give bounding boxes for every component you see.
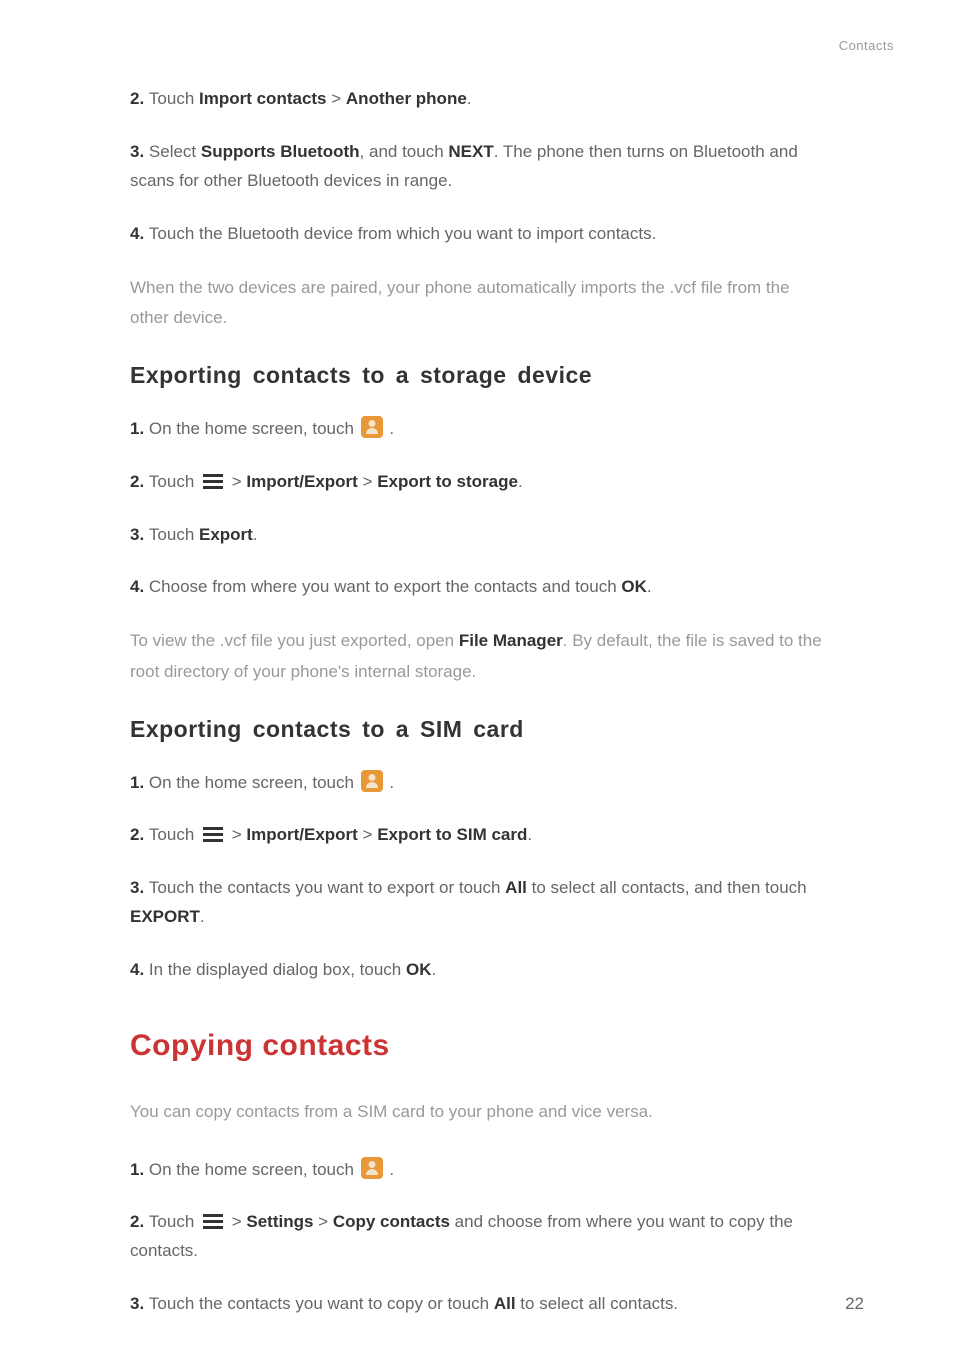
bold-text: File Manager <box>459 631 563 650</box>
bold-text: Export to SIM card <box>377 825 527 844</box>
section3-steps: 1. On the home screen, touch . 2. Touch >… <box>130 1156 824 1320</box>
step-item: 4. Touch the Bluetooth device from which… <box>130 220 824 249</box>
step-item: 3. Touch Export. <box>130 521 824 550</box>
step-item: 3. Touch the contacts you want to copy o… <box>130 1290 824 1319</box>
step-item: 2. Touch Import contacts > Another phone… <box>130 85 824 114</box>
step-item: 2. Touch > Import/Export > Export to SIM… <box>130 821 824 850</box>
section3-intro: You can copy contacts from a SIM card to… <box>130 1097 824 1128</box>
heading-export-storage: Exporting contacts to a storage device <box>130 362 824 389</box>
step-item: 1. On the home screen, touch . <box>130 769 824 798</box>
step-item: 2. Touch > Settings > Copy contacts and … <box>130 1208 824 1266</box>
step-item: 4. In the displayed dialog box, touch OK… <box>130 956 824 985</box>
contacts-icon <box>361 770 383 792</box>
bold-text: NEXT <box>448 142 493 161</box>
step-item: 1. On the home screen, touch . <box>130 415 824 444</box>
header-section-label: Contacts <box>839 38 894 53</box>
contacts-icon <box>361 416 383 438</box>
bold-text: All <box>494 1294 516 1313</box>
step-number: 3. <box>130 1294 149 1313</box>
step-number: 2. <box>130 825 149 844</box>
menu-icon <box>203 474 223 489</box>
bold-text: Import contacts <box>199 89 327 108</box>
step-number: 4. <box>130 960 149 979</box>
bold-text: Export to storage <box>377 472 518 491</box>
page-content: 2. Touch Import contacts > Another phone… <box>0 30 954 1319</box>
step-number: 4. <box>130 224 149 243</box>
section2-steps: 1. On the home screen, touch . 2. Touch >… <box>130 769 824 985</box>
intro-steps-block: 2. Touch Import contacts > Another phone… <box>130 85 824 249</box>
bold-text: All <box>505 878 527 897</box>
bold-text: Import/Export <box>246 472 357 491</box>
bold-text: Export <box>199 525 253 544</box>
bold-text: OK <box>621 577 647 596</box>
step-item: 2. Touch > Import/Export > Export to sto… <box>130 468 824 497</box>
step-number: 1. <box>130 773 149 792</box>
bold-text: Settings <box>246 1212 313 1231</box>
menu-icon <box>203 827 223 842</box>
bold-text: Supports Bluetooth <box>201 142 360 161</box>
section1-steps: 1. On the home screen, touch . 2. Touch >… <box>130 415 824 603</box>
heading-export-sim: Exporting contacts to a SIM card <box>130 716 824 743</box>
heading-copying-contacts: Copying contacts <box>130 1029 824 1063</box>
contacts-icon <box>361 1157 383 1179</box>
step-number: 1. <box>130 419 149 438</box>
step-number: 4. <box>130 577 149 596</box>
step-number: 3. <box>130 142 149 161</box>
step-number: 2. <box>130 1212 149 1231</box>
step-number: 3. <box>130 878 149 897</box>
step-number: 2. <box>130 89 149 108</box>
step-item: 3. Select Supports Bluetooth, and touch … <box>130 138 824 196</box>
bold-text: Another phone <box>346 89 467 108</box>
intro-paragraph: When the two devices are paired, your ph… <box>130 273 824 334</box>
menu-icon <box>203 1214 223 1229</box>
bold-text: EXPORT <box>130 907 200 926</box>
page-number: 22 <box>845 1294 864 1314</box>
step-item: 3. Touch the contacts you want to export… <box>130 874 824 932</box>
bold-text: OK <box>406 960 432 979</box>
step-item: 1. On the home screen, touch . <box>130 1156 824 1185</box>
bold-text: Copy contacts <box>333 1212 450 1231</box>
step-number: 3. <box>130 525 149 544</box>
step-item: 4. Choose from where you want to export … <box>130 573 824 602</box>
bold-text: Import/Export <box>246 825 357 844</box>
section1-paragraph: To view the .vcf file you just exported,… <box>130 626 824 687</box>
step-number: 1. <box>130 1160 149 1179</box>
step-number: 2. <box>130 472 149 491</box>
